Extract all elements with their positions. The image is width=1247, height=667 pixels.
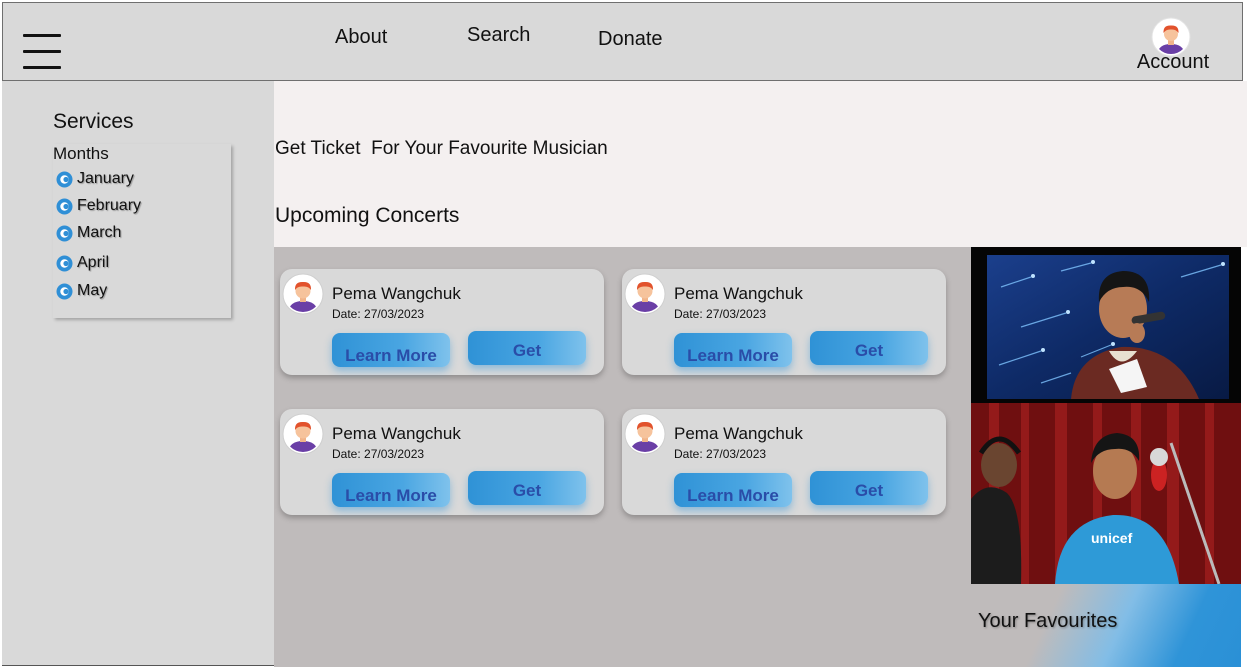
get-ticket-button[interactable]: Get xyxy=(810,331,928,365)
your-favourites-label: Your Favourites xyxy=(978,610,1118,632)
studio-photo-image: unicef xyxy=(971,403,1241,584)
services-heading: Services xyxy=(53,110,134,133)
month-label: March xyxy=(77,224,122,241)
concert-date: Date: 27/03/2023 xyxy=(332,307,425,321)
month-option-march[interactable]: March xyxy=(56,222,121,244)
concert-grid: Pema Wangchuk Date: 27/03/2023 Learn Mor… xyxy=(274,247,971,667)
user-avatar-icon xyxy=(624,413,666,455)
your-favourites-panel[interactable]: Your Favourites xyxy=(971,584,1241,667)
month-label: May xyxy=(77,282,108,299)
featured-musician-photo-studio[interactable]: unicef xyxy=(971,403,1241,584)
concert-card: Pema Wangchuk Date: 27/03/2023 Learn Mor… xyxy=(622,409,946,515)
radio-icon xyxy=(56,225,73,241)
learn-more-button[interactable]: Learn More xyxy=(332,333,450,367)
month-option-april[interactable]: April xyxy=(56,252,109,274)
get-ticket-button[interactable]: Get xyxy=(810,471,928,505)
concert-card: Pema Wangchuk Date: 27/03/2023 Learn Mor… xyxy=(280,409,604,515)
hamburger-menu-icon[interactable] xyxy=(23,34,61,72)
singer-photo-image xyxy=(971,247,1241,403)
concert-date: Date: 27/03/2023 xyxy=(674,307,767,321)
musician-name: Pema Wangchuk xyxy=(674,284,803,303)
radio-icon xyxy=(56,171,73,187)
svg-text:unicef: unicef xyxy=(1091,530,1133,546)
account-label: Account xyxy=(1136,51,1210,73)
learn-more-button[interactable]: Learn More xyxy=(674,473,792,507)
user-avatar-icon xyxy=(282,413,324,455)
months-heading: Months xyxy=(53,144,109,163)
hero-tagline: Get Ticket For Your Favourite Musician xyxy=(275,138,608,159)
nav-link-donate[interactable]: Donate xyxy=(598,28,663,51)
concert-card: Pema Wangchuk Date: 27/03/2023 Learn Mor… xyxy=(280,269,604,375)
month-label: February xyxy=(77,197,142,214)
user-avatar-icon xyxy=(282,273,324,315)
month-option-january[interactable]: January xyxy=(56,168,134,190)
user-avatar-icon xyxy=(624,273,666,315)
account-button[interactable]: Account xyxy=(1130,17,1216,77)
month-label: January xyxy=(77,170,134,187)
featured-musician-photo-singer[interactable] xyxy=(971,247,1241,403)
radio-icon xyxy=(56,283,73,299)
nav-link-search[interactable]: Search xyxy=(467,24,530,47)
sidebar: Services Months January February March A… xyxy=(2,81,274,666)
radio-icon xyxy=(56,255,73,271)
musician-name: Pema Wangchuk xyxy=(674,424,803,443)
concert-card: Pema Wangchuk Date: 27/03/2023 Learn Mor… xyxy=(622,269,946,375)
concert-date: Date: 27/03/2023 xyxy=(674,447,767,461)
hero-section: Get Ticket For Your Favourite Musician U… xyxy=(274,81,1247,247)
get-ticket-button[interactable]: Get xyxy=(468,331,586,365)
month-label: April xyxy=(77,254,110,271)
upcoming-concerts-heading: Upcoming Concerts xyxy=(275,204,460,227)
month-option-february[interactable]: February xyxy=(56,195,141,217)
learn-more-button[interactable]: Learn More xyxy=(674,333,792,367)
musician-name: Pema Wangchuk xyxy=(332,284,461,303)
month-option-may[interactable]: May xyxy=(56,280,107,302)
top-navigation-bar: About Search Donate Account xyxy=(2,2,1243,81)
musician-name: Pema Wangchuk xyxy=(332,424,461,443)
months-filter-panel: Months January February March April May xyxy=(53,144,231,318)
radio-icon xyxy=(56,198,73,214)
get-ticket-button[interactable]: Get xyxy=(468,471,586,505)
concert-date: Date: 27/03/2023 xyxy=(332,447,425,461)
nav-link-about[interactable]: About xyxy=(335,26,387,49)
learn-more-button[interactable]: Learn More xyxy=(332,473,450,507)
